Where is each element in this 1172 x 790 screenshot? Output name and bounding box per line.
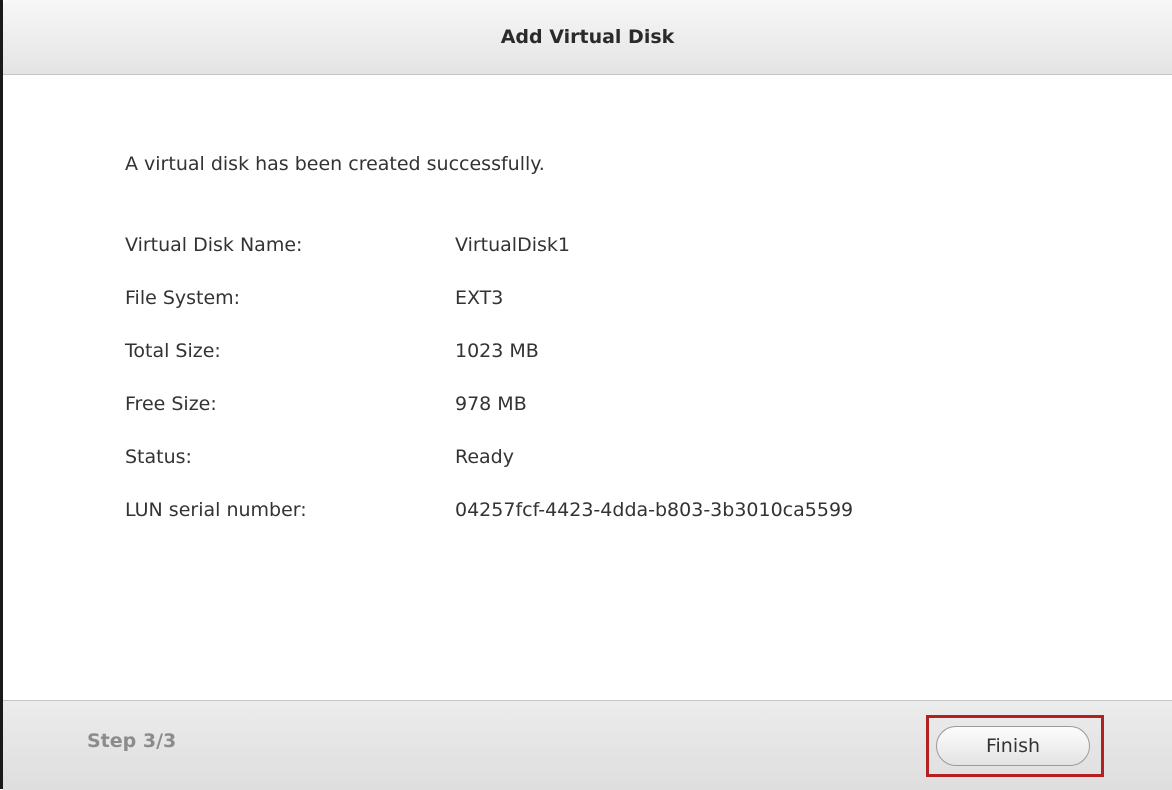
detail-row-status: Status: Ready <box>125 437 1125 477</box>
add-virtual-disk-dialog: Add Virtual Disk A virtual disk has been… <box>0 0 1172 790</box>
detail-value: 978 MB <box>455 393 527 415</box>
detail-row-virtual-disk-name: Virtual Disk Name: VirtualDisk1 <box>125 225 1125 265</box>
detail-label: Status: <box>125 446 192 468</box>
detail-row-total-size: Total Size: 1023 MB <box>125 331 1125 371</box>
detail-label: Total Size: <box>125 340 221 362</box>
detail-label: File System: <box>125 287 241 309</box>
detail-value: 1023 MB <box>455 340 539 362</box>
detail-label: Virtual Disk Name: <box>125 234 303 256</box>
detail-row-file-system: File System: EXT3 <box>125 278 1125 318</box>
dialog-content: A virtual disk has been created successf… <box>3 75 1172 700</box>
dialog-title: Add Virtual Disk <box>500 26 675 48</box>
detail-value: EXT3 <box>455 287 504 309</box>
dialog-footer: Step 3/3 Finish <box>3 700 1172 790</box>
success-message: A virtual disk has been created successf… <box>125 153 545 175</box>
detail-value: 04257fcf-4423-4dda-b803-3b3010ca5599 <box>455 499 854 521</box>
detail-value: Ready <box>455 446 514 468</box>
step-indicator: Step 3/3 <box>87 730 177 752</box>
detail-value: VirtualDisk1 <box>455 234 570 256</box>
detail-label: LUN serial number: <box>125 499 307 521</box>
detail-row-free-size: Free Size: 978 MB <box>125 384 1125 424</box>
detail-row-lun-serial-number: LUN serial number: 04257fcf-4423-4dda-b8… <box>125 490 1125 530</box>
detail-label: Free Size: <box>125 393 217 415</box>
finish-button[interactable]: Finish <box>936 726 1090 766</box>
dialog-titlebar: Add Virtual Disk <box>3 0 1172 75</box>
